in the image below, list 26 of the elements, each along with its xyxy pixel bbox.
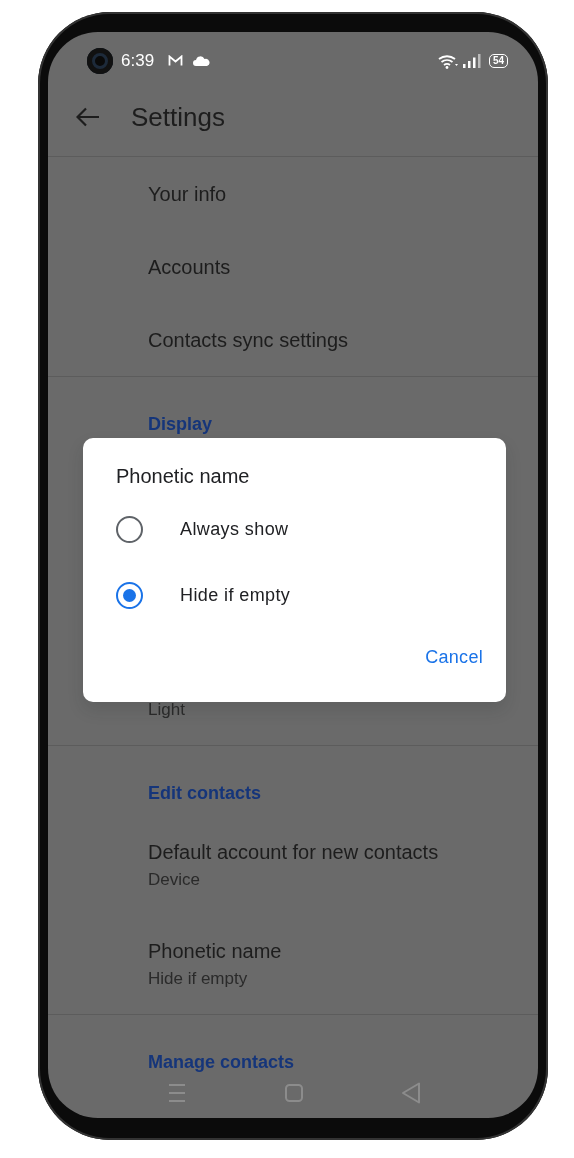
radio-option[interactable]: Hide if empty — [116, 562, 483, 628]
camera-hole — [87, 48, 113, 74]
wifi-icon — [437, 53, 458, 69]
settings-item-value: Device — [148, 869, 201, 891]
radio-button[interactable] — [116, 581, 143, 609]
back-arrow-icon[interactable] — [76, 107, 100, 127]
settings-item-title[interactable]: Default account for new contacts — [148, 839, 538, 865]
section-header: Display — [148, 414, 213, 434]
settings-item-title[interactable]: Phonetic name — [148, 938, 538, 964]
settings-item[interactable]: Your info — [148, 178, 227, 209]
section-header: Edit contacts — [148, 783, 262, 803]
status-time: 6:39 — [121, 50, 155, 73]
settings-item[interactable]: Accounts — [148, 251, 231, 282]
mail-icon — [168, 55, 184, 67]
radio-option[interactable]: Always show — [116, 496, 483, 562]
section-header: Manage contacts — [148, 1052, 295, 1072]
cloud-icon — [193, 56, 211, 66]
page-title: Settings — [131, 100, 225, 134]
dialog-title: Phonetic name — [116, 464, 251, 488]
battery-level: 54 — [488, 54, 508, 68]
radio-button[interactable] — [116, 515, 143, 543]
settings-item-value: Hide if empty — [148, 968, 249, 990]
dialog-button[interactable]: Cancel — [425, 640, 483, 675]
signal-icon — [462, 54, 481, 68]
settings-item[interactable]: Contacts sync settings — [148, 324, 349, 355]
settings-item-value: Light — [148, 699, 186, 721]
